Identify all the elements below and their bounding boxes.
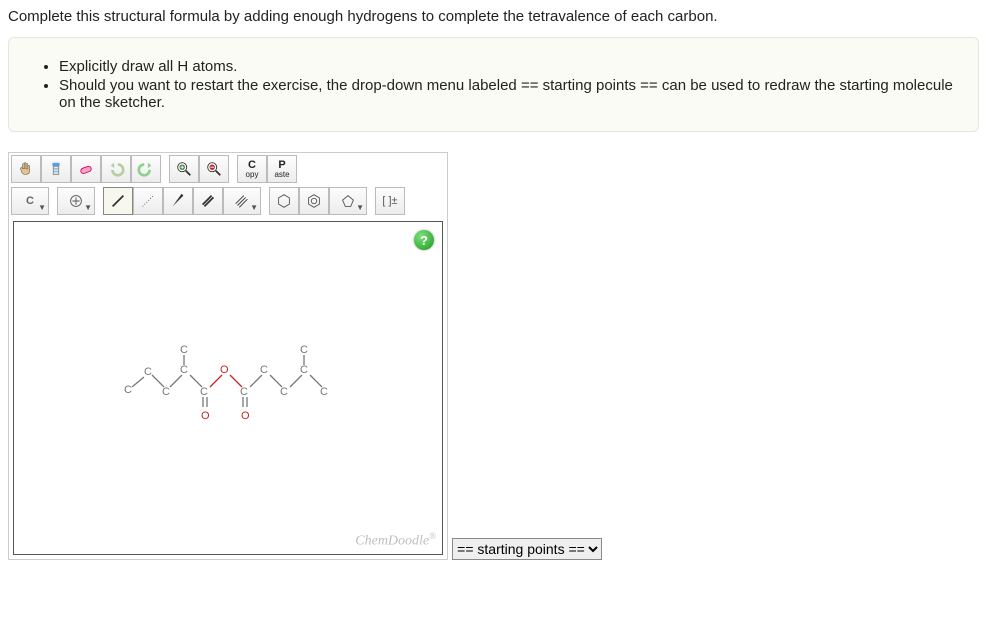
add-atom-button[interactable]: ▼ <box>57 187 95 215</box>
chevron-down-icon: ▼ <box>84 203 92 212</box>
toolbar-row-1: C opy P aste <box>9 153 447 185</box>
toolbar-row-2: C ▼ ▼ ▼ <box>9 185 447 217</box>
recessed-bond-button[interactable] <box>133 187 163 215</box>
wedge-bond-button[interactable] <box>163 187 193 215</box>
svg-text:C: C <box>200 386 208 398</box>
chevron-down-icon: ▼ <box>38 203 46 212</box>
cyclohexane-button[interactable] <box>269 187 299 215</box>
svg-text:C: C <box>280 386 288 398</box>
svg-text:C: C <box>300 344 308 356</box>
zoom-out-button[interactable] <box>199 155 229 183</box>
copy-label-bottom: opy <box>246 171 259 179</box>
sketcher-panel: C opy P aste C ▼ ▼ <box>8 152 448 560</box>
instruction-item: Should you want to restart the exercise,… <box>59 77 956 111</box>
help-icon[interactable]: ? <box>414 230 434 250</box>
svg-text:C: C <box>320 386 328 398</box>
charge-button[interactable]: [ ]± <box>375 187 405 215</box>
charge-label: [ ]± <box>382 195 397 207</box>
undo-button[interactable] <box>101 155 131 183</box>
paste-button[interactable]: P aste <box>267 155 297 183</box>
redo-button[interactable] <box>131 155 161 183</box>
element-label: C <box>26 195 34 207</box>
svg-text:O: O <box>201 410 210 422</box>
sketcher-canvas[interactable]: ? C C C C C C O O C <box>13 221 443 555</box>
element-picker-button[interactable]: C ▼ <box>11 187 49 215</box>
instructions-box: Explicitly draw all H atoms. Should you … <box>8 37 979 132</box>
erase-button[interactable] <box>71 155 101 183</box>
molecule-drawing: C C C C C C O O C O <box>118 343 338 433</box>
svg-text:C: C <box>240 386 248 398</box>
svg-text:C: C <box>124 384 132 396</box>
copy-label-top: C <box>248 160 256 171</box>
single-bond-button[interactable] <box>103 187 133 215</box>
zoom-in-button[interactable] <box>169 155 199 183</box>
paste-label-bottom: aste <box>274 171 289 179</box>
svg-text:C: C <box>162 386 170 398</box>
chevron-down-icon: ▼ <box>250 203 258 212</box>
svg-text:C: C <box>144 366 152 378</box>
copy-button[interactable]: C opy <box>237 155 267 183</box>
svg-text:O: O <box>241 410 250 422</box>
svg-text:O: O <box>220 364 229 376</box>
double-bond-button[interactable] <box>193 187 223 215</box>
svg-text:C: C <box>260 364 268 376</box>
chemdoodle-brand: ChemDoodle® <box>355 531 436 550</box>
instruction-item: Explicitly draw all H atoms. <box>59 58 956 75</box>
svg-text:C: C <box>300 364 308 376</box>
clear-button[interactable] <box>41 155 71 183</box>
more-rings-button[interactable]: ▼ <box>329 187 367 215</box>
benzene-button[interactable] <box>299 187 329 215</box>
paste-label-top: P <box>278 160 285 171</box>
more-bonds-button[interactable]: ▼ <box>223 187 261 215</box>
question-prompt: Complete this structural formula by addi… <box>8 8 979 25</box>
chevron-down-icon: ▼ <box>356 203 364 212</box>
pan-hand-button[interactable] <box>11 155 41 183</box>
svg-text:C: C <box>180 344 188 356</box>
starting-points-select[interactable]: == starting points == <box>452 538 602 560</box>
svg-text:C: C <box>180 364 188 376</box>
